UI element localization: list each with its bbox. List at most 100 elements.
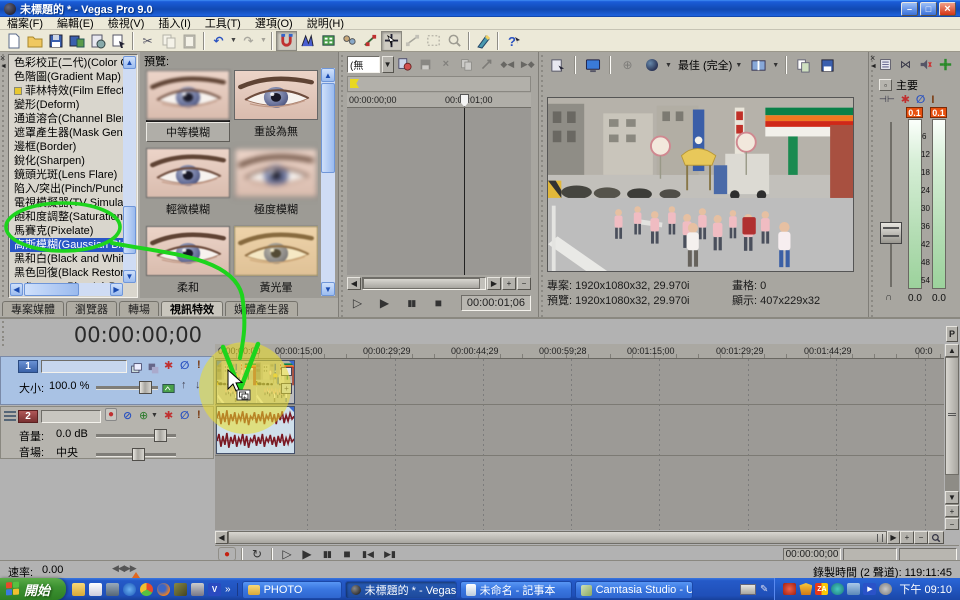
- track-mute-icon[interactable]: ∅: [180, 409, 189, 422]
- camera-icon[interactable]: [191, 583, 204, 596]
- master-fx-plugin-icon[interactable]: [938, 54, 953, 74]
- timeline-hscrollbar[interactable]: ◀ ▶ + −: [215, 531, 944, 544]
- preset-label[interactable]: 輕微模糊: [146, 198, 230, 220]
- track-bump-up-icon[interactable]: ↑: [181, 379, 187, 391]
- scrollbar-thumb[interactable]: [24, 283, 79, 296]
- timeline-dock-grip[interactable]: [0, 321, 7, 349]
- minimize-button[interactable]: –: [901, 2, 918, 16]
- event-fx-icon[interactable]: [281, 367, 292, 376]
- next-keyframe-icon[interactable]: ▶◆: [519, 56, 537, 73]
- overflow-chevron-icon[interactable]: »: [225, 584, 231, 595]
- task-button-camtasia[interactable]: Camtasia Studio - Unti...: [575, 581, 693, 599]
- mixer-close-icon[interactable]: ×: [870, 53, 875, 63]
- preset-thumbnail[interactable]: [146, 148, 230, 198]
- copy-snapshot-icon[interactable]: [793, 55, 814, 75]
- document-icon[interactable]: [89, 583, 102, 596]
- track1-name-field[interactable]: [41, 360, 127, 373]
- bus-solo-icon[interactable]: I: [931, 94, 934, 106]
- normal-edit-tool-icon[interactable]: [381, 31, 402, 51]
- play-icon[interactable]: ▶: [374, 293, 395, 313]
- track-bump-down-icon[interactable]: ↓: [195, 379, 201, 391]
- slider-thumb[interactable]: [132, 448, 145, 461]
- animate-icon[interactable]: [396, 56, 414, 73]
- track-zoom-in-icon[interactable]: +: [945, 505, 959, 517]
- save-snapshot-icon[interactable]: [817, 55, 838, 75]
- fx-list-item-gaussian-blur[interactable]: 高斯模糊(Gaussian Blur): [10, 238, 123, 252]
- split-screen-dropdown-icon[interactable]: ▼: [772, 62, 779, 69]
- track-compositing-icon[interactable]: [146, 358, 161, 378]
- menu-tools[interactable]: 工具(T): [198, 17, 248, 29]
- desktop-icon[interactable]: [106, 583, 119, 596]
- tray-update-icon[interactable]: [879, 583, 892, 595]
- pen-input-icon[interactable]: ✎: [760, 584, 768, 595]
- sync-cursor-icon[interactable]: [478, 56, 496, 73]
- track1-size-value[interactable]: 100.0 %: [49, 380, 89, 392]
- menu-insert[interactable]: 插入(I): [151, 17, 197, 29]
- preset-label[interactable]: 極度模糊: [234, 198, 318, 220]
- keyframe-playhead-line[interactable]: [464, 108, 465, 275]
- menu-options[interactable]: 選項(O): [248, 17, 300, 29]
- fx-list-item[interactable]: 色階圖(Gradient Map): [10, 70, 123, 84]
- new-project-icon[interactable]: [3, 31, 24, 51]
- track-header-1[interactable]: 1 ✱ ∅ ! 大小: 100.0 % ↑ ↓: [0, 356, 214, 405]
- fx-pin-icon[interactable]: ◄: [0, 63, 7, 70]
- preset-dropdown-arrow-icon[interactable]: ▼: [382, 56, 394, 73]
- track-solo-icon[interactable]: !: [197, 359, 201, 371]
- track2-name-field[interactable]: [41, 410, 101, 423]
- split-screen-icon[interactable]: [748, 55, 769, 75]
- fx-list-item[interactable]: 遮罩產生器(Mask Gener: [10, 126, 123, 140]
- preset-yellow-glow[interactable]: 黃光暈: [234, 226, 318, 298]
- peak-value-left[interactable]: 0.1: [906, 107, 923, 118]
- tray-player-icon[interactable]: ▶: [863, 583, 876, 595]
- fx-list-item[interactable]: 鏡頭光斑(Lens Flare): [10, 168, 123, 182]
- quantize-to-frames-icon[interactable]: [318, 31, 339, 51]
- preset-label[interactable]: 中等模糊: [146, 122, 230, 142]
- copy-keyframe-icon[interactable]: [457, 56, 475, 73]
- master-fader-thumb[interactable]: [880, 222, 902, 244]
- bus-gear-icon[interactable]: ✱: [901, 93, 910, 106]
- preset-extreme-blur[interactable]: 極度模糊: [234, 148, 318, 220]
- task-button-vegas[interactable]: 未標題的 * - Vegas P...: [345, 581, 457, 599]
- redo-icon[interactable]: ↷: [238, 31, 259, 51]
- mixer-pin-icon[interactable]: ◄: [870, 63, 877, 70]
- scroll-right-icon[interactable]: ▶: [110, 283, 123, 296]
- slider-thumb[interactable]: [139, 381, 152, 394]
- preset-dropdown[interactable]: (無: [347, 56, 380, 73]
- task-button-notepad[interactable]: 未命名 - 記事本: [460, 581, 572, 599]
- scroll-left-icon[interactable]: ◀: [347, 277, 361, 290]
- track1-size-slider[interactable]: [96, 386, 158, 389]
- scroll-left-icon[interactable]: ◀: [10, 283, 23, 296]
- tab-project-media[interactable]: 專案媒體: [2, 301, 64, 316]
- dim-output-icon[interactable]: [918, 54, 933, 74]
- delete-preset-icon[interactable]: ×: [437, 56, 455, 73]
- tray-network-icon[interactable]: [847, 583, 860, 595]
- track-fx-auto-icon[interactable]: [161, 378, 176, 398]
- undo-icon[interactable]: ↶: [208, 31, 229, 51]
- fx-list-hscrollbar[interactable]: ◀ ▶: [10, 283, 123, 296]
- ignore-grouping-icon[interactable]: [339, 31, 360, 51]
- track-zoom-out-icon[interactable]: −: [945, 518, 959, 530]
- tab-transitions[interactable]: 轉場: [119, 301, 159, 316]
- scroll-up-icon[interactable]: ▲: [945, 344, 959, 357]
- render-as-icon[interactable]: [66, 31, 87, 51]
- envelope-edit-tool-icon[interactable]: [402, 31, 423, 51]
- preset-reset-none[interactable]: 重設為無: [234, 70, 318, 142]
- event-pan-crop-icon[interactable]: +: [281, 383, 292, 394]
- build-ram-preview-icon[interactable]: ⊕: [617, 55, 638, 75]
- tray-antivirus-icon[interactable]: [783, 583, 796, 595]
- whats-this-help-icon[interactable]: ?: [502, 31, 523, 51]
- fx-dock-grip[interactable]: [0, 52, 7, 298]
- open-icon[interactable]: [24, 31, 45, 51]
- track-fx-icon[interactable]: ✱: [164, 409, 173, 422]
- task-button-photo[interactable]: PHOTO: [242, 581, 342, 599]
- preset-thumbnail[interactable]: [146, 70, 230, 120]
- scrollbar-thumb[interactable]: [945, 357, 959, 475]
- fx-list-item[interactable]: 銳化(Sharpen): [10, 154, 123, 168]
- track-fx-plug-icon[interactable]: ⊕: [139, 409, 148, 422]
- auto-ripple-icon[interactable]: [297, 31, 318, 51]
- properties-icon[interactable]: [87, 31, 108, 51]
- preset-thumbnail[interactable]: [234, 148, 318, 198]
- scroll-down-icon[interactable]: ▼: [945, 491, 959, 504]
- fx-list-item[interactable]: 電視模擬器(TV Simulato: [10, 196, 123, 210]
- marker-flag-icon[interactable]: [350, 79, 359, 88]
